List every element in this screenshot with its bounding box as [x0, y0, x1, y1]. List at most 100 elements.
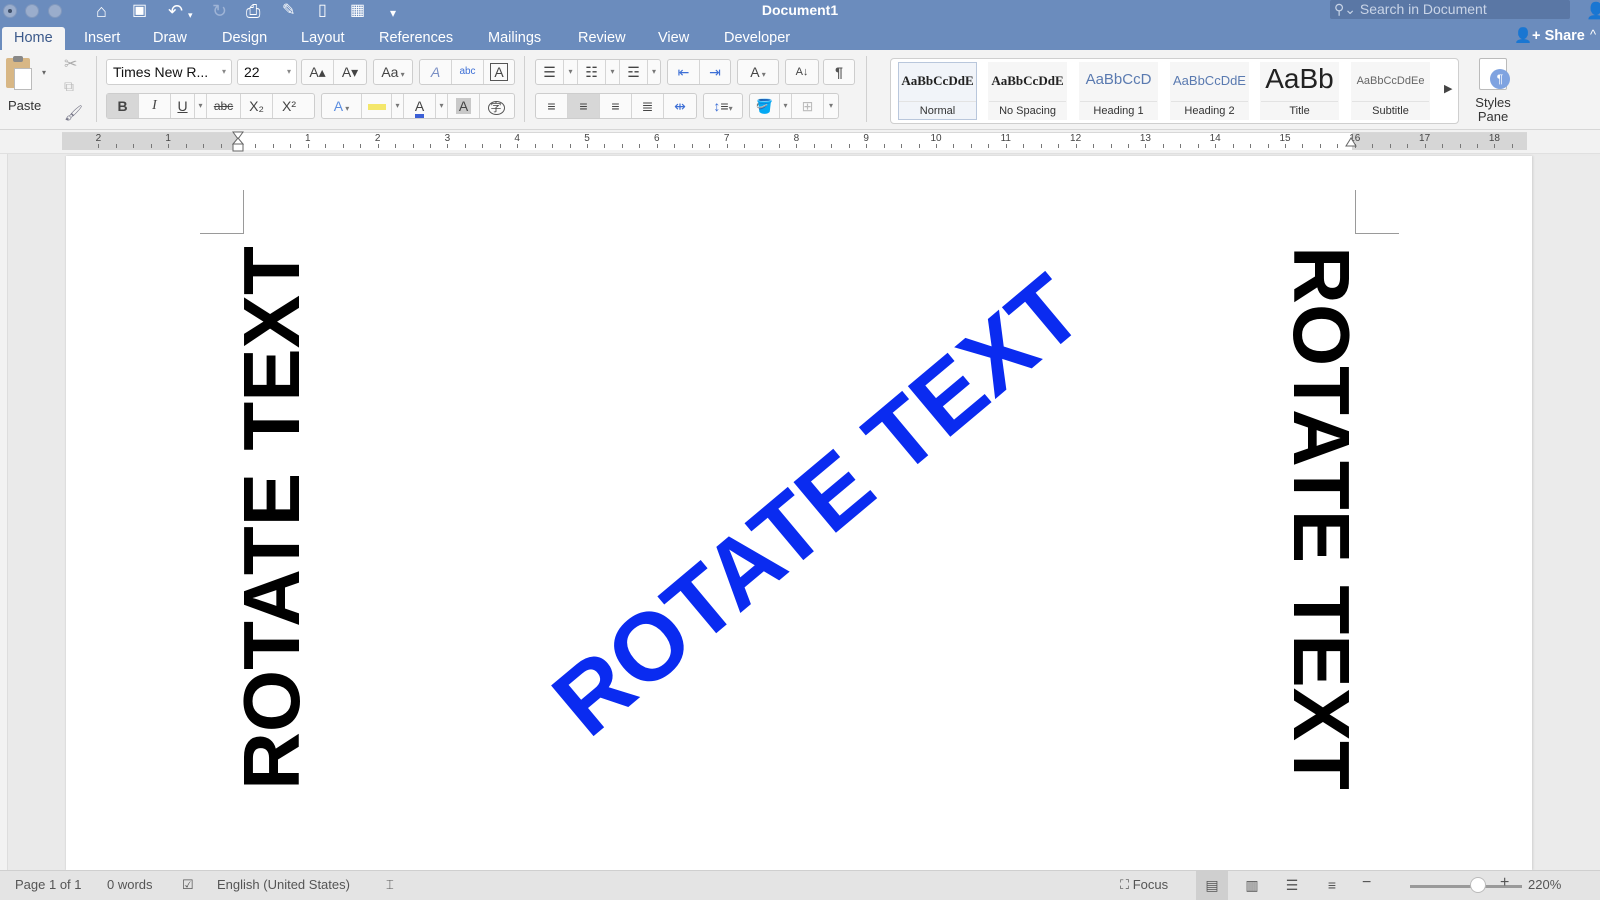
enclose-characters-button[interactable]: 字 [480, 94, 512, 118]
character-border-button[interactable]: A [484, 60, 514, 84]
edit-document-icon[interactable]: ✎ [282, 1, 295, 21]
copy-icon[interactable]: ⧉ [64, 78, 74, 95]
bullets-dropdown-icon[interactable]: ▾ [564, 60, 578, 84]
styles-pane-button[interactable]: Styles Pane [1468, 58, 1518, 124]
outline-view-button[interactable]: ☰ [1276, 871, 1308, 900]
home-icon[interactable]: ⌂ [96, 1, 107, 21]
style-subtitle[interactable]: AaBbCcDdEe Subtitle [1351, 62, 1430, 120]
new-document-icon[interactable]: ▯ [318, 1, 327, 21]
style-heading-2[interactable]: AaBbCcDdE Heading 2 [1170, 62, 1249, 120]
zoom-out-button[interactable]: − [1362, 874, 1371, 892]
word-count[interactable]: 0 words [107, 877, 153, 892]
highlight-button[interactable] [362, 94, 392, 118]
close-window-button[interactable] [3, 4, 17, 18]
distributed-button[interactable]: ⇹ [664, 94, 696, 118]
search-box[interactable]: ⚲⌄ [1330, 0, 1570, 19]
style-title[interactable]: AaBb Title [1260, 62, 1339, 120]
save-icon[interactable]: ▣ [132, 1, 147, 21]
justify-button[interactable]: ≣ [632, 94, 664, 118]
rotated-text-diagonal[interactable]: ROTATE TEXT [533, 255, 1102, 756]
decrease-font-size-button[interactable]: A▾ [334, 60, 366, 84]
superscript-button[interactable]: X² [273, 94, 305, 118]
print-icon[interactable]: ⎙ [246, 1, 260, 21]
redo-icon[interactable]: ↻ [212, 1, 227, 21]
zoom-in-button[interactable]: + [1500, 874, 1509, 892]
phonetic-guide-button[interactable]: abc [452, 60, 484, 84]
vertical-scrollbar[interactable] [1535, 156, 1600, 870]
increase-indent-button[interactable]: ⇥ [700, 60, 730, 84]
tab-mailings[interactable]: Mailings [476, 27, 553, 50]
track-changes-icon[interactable]: ⌶ [386, 877, 394, 893]
font-size-select[interactable]: 22 ▾ [237, 59, 297, 85]
undo-dropdown-icon[interactable]: ▾ [188, 5, 193, 25]
line-spacing-button[interactable]: ↕≡▾ [704, 94, 742, 118]
tab-layout[interactable]: Layout [289, 27, 357, 50]
font-color-dropdown-icon[interactable]: ▾ [436, 94, 448, 118]
tab-draw[interactable]: Draw [141, 27, 199, 50]
underline-dropdown-icon[interactable]: ▾ [195, 94, 207, 118]
font-color-button[interactable]: A [404, 94, 436, 118]
numbering-button[interactable]: ☷ [578, 60, 606, 84]
tab-view[interactable]: View [646, 27, 701, 50]
indent-marker[interactable] [232, 130, 244, 154]
align-left-button[interactable]: ≡ [536, 94, 568, 118]
multilevel-list-button[interactable]: ☲ [620, 60, 648, 84]
numbering-dropdown-icon[interactable]: ▾ [606, 60, 620, 84]
align-right-button[interactable]: ≡ [600, 94, 632, 118]
tab-home[interactable]: Home [2, 27, 65, 50]
page-count[interactable]: Page 1 of 1 [15, 877, 82, 892]
search-input[interactable] [1359, 1, 1560, 17]
show-paragraph-marks-button[interactable]: ¶ [824, 60, 854, 84]
underline-button[interactable]: U [171, 94, 195, 118]
decrease-indent-button[interactable]: ⇤ [668, 60, 700, 84]
tab-developer[interactable]: Developer [712, 27, 802, 50]
highlight-dropdown-icon[interactable]: ▾ [392, 94, 404, 118]
format-painter-icon[interactable]: 🖌 [64, 104, 83, 122]
strikethrough-button[interactable]: abc [207, 94, 241, 118]
proofing-icon[interactable]: ☑ [182, 877, 194, 893]
clear-formatting-button[interactable]: A [420, 60, 452, 84]
rotated-text-left[interactable]: ROTATE TEXT [227, 246, 316, 790]
print-layout-view-button[interactable]: ▤ [1196, 871, 1228, 900]
share-button[interactable]: 👤+ Share [1514, 26, 1585, 46]
paste-dropdown-icon[interactable]: ▾ [42, 68, 46, 77]
shading-button[interactable]: 🪣 [750, 94, 780, 118]
italic-button[interactable]: I [139, 94, 171, 118]
customize-toolbar-icon[interactable]: ▾ [390, 3, 396, 23]
style-no-spacing[interactable]: AaBbCcDdE No Spacing [988, 62, 1067, 120]
tab-references[interactable]: References [367, 27, 465, 50]
bold-button[interactable]: B [107, 94, 139, 118]
rotated-text-right[interactable]: ROTATE TEXT [1277, 246, 1366, 790]
minimize-window-button[interactable] [25, 4, 39, 18]
collapse-ribbon-icon[interactable]: ^ [1590, 27, 1596, 42]
form-icon[interactable]: ▦ [350, 1, 365, 21]
asian-layout-button[interactable]: A ▾ [738, 60, 778, 84]
increase-font-size-button[interactable]: A▴ [302, 60, 334, 84]
bullets-button[interactable]: ☰ [536, 60, 564, 84]
web-layout-view-button[interactable]: ▥ [1236, 871, 1268, 900]
right-indent-marker[interactable] [1344, 134, 1358, 148]
subscript-button[interactable]: X₂ [241, 94, 273, 118]
multilevel-dropdown-icon[interactable]: ▾ [648, 60, 660, 84]
sort-button[interactable]: A↓ [786, 60, 818, 84]
shading-dropdown-icon[interactable]: ▾ [780, 94, 792, 118]
tab-design[interactable]: Design [210, 27, 279, 50]
zoom-window-button[interactable] [48, 4, 62, 18]
paste-button[interactable] [6, 56, 36, 92]
cut-icon[interactable]: ✂ [64, 54, 77, 74]
font-name-select[interactable]: Times New R... ▾ [106, 59, 232, 85]
profile-icon[interactable]: 👤 [1586, 1, 1600, 21]
language-status[interactable]: English (United States) [217, 877, 350, 892]
gallery-more-arrow-icon[interactable]: ▶ [1444, 82, 1452, 95]
document-page[interactable]: ROTATE TEXT ROTATE TEXT ROTATE TEXT [66, 156, 1532, 870]
zoom-level[interactable]: 220% [1528, 877, 1561, 892]
change-case-button[interactable]: Aa ▾ [374, 60, 412, 84]
borders-dropdown-icon[interactable]: ▾ [824, 94, 838, 118]
tab-insert[interactable]: Insert [72, 27, 132, 50]
style-normal[interactable]: AaBbCcDdE Normal [898, 62, 977, 120]
text-effects-button[interactable]: A ▾ [322, 94, 362, 118]
character-shading-button[interactable]: A [448, 94, 480, 118]
draft-view-button[interactable]: ≡ [1316, 871, 1348, 900]
focus-button[interactable]: ⛶ Focus [1120, 877, 1168, 893]
tab-review[interactable]: Review [566, 27, 638, 50]
